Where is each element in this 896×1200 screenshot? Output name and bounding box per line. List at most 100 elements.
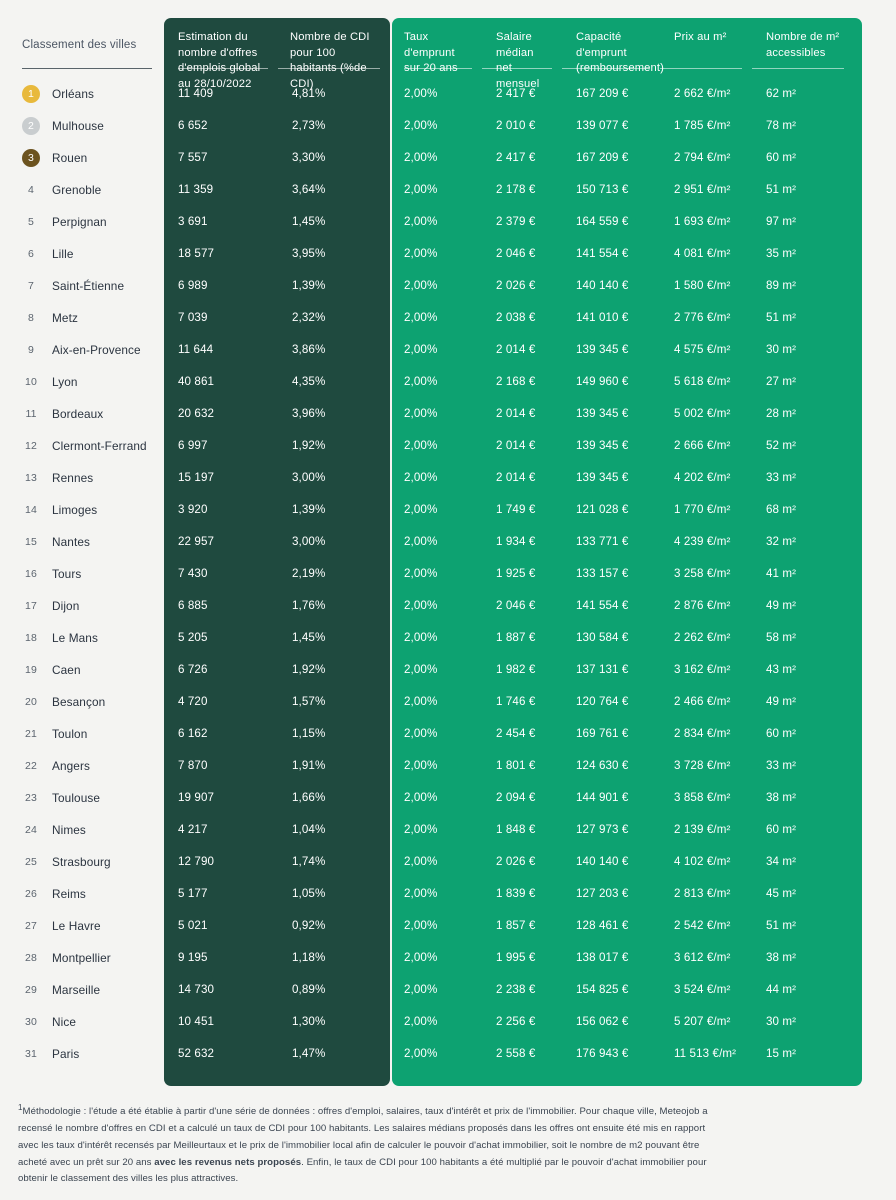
cell-capacity: 154 825 € bbox=[576, 983, 629, 996]
cell-salary: 1 982 € bbox=[496, 663, 536, 676]
cell-capacity: 141 554 € bbox=[576, 599, 629, 612]
city-name: Saint-Étienne bbox=[52, 279, 125, 293]
column-header-rank: Classement des villes bbox=[22, 39, 137, 51]
cell-capacity: 141 554 € bbox=[576, 247, 629, 260]
column-header-price-m2: Prix au m² bbox=[674, 31, 727, 43]
cell-price-m2: 2 542 €/m² bbox=[674, 919, 731, 932]
city-name: Limoges bbox=[52, 503, 98, 517]
cell-m2-accessible: 60 m² bbox=[766, 727, 797, 740]
table-row: 29 Marseille bbox=[0, 974, 164, 1006]
rank-badge: 8 bbox=[28, 312, 34, 324]
city-name: Lyon bbox=[52, 375, 78, 389]
cell-offers: 6 989 bbox=[178, 279, 208, 292]
cell-rate: 2,00% bbox=[404, 951, 438, 964]
rank-badge: 3 bbox=[22, 149, 40, 167]
cell-rate: 2,00% bbox=[404, 87, 438, 100]
cell-rate: 2,00% bbox=[404, 375, 438, 388]
cell-cdi: 1,39% bbox=[292, 279, 326, 292]
cell-salary: 2 178 € bbox=[496, 183, 536, 196]
city-name: Marseille bbox=[52, 983, 101, 997]
cell-capacity: 141 010 € bbox=[576, 311, 629, 324]
cell-m2-accessible: 43 m² bbox=[766, 663, 797, 676]
cell-m2-accessible: 97 m² bbox=[766, 215, 797, 228]
cell-rate: 2,00% bbox=[404, 407, 438, 420]
cell-rate: 2,00% bbox=[404, 823, 438, 836]
column-header-salary: Salaire médian net mensuel bbox=[496, 31, 540, 90]
rank-badge: 7 bbox=[28, 280, 34, 292]
cell-offers: 20 632 bbox=[178, 407, 215, 420]
cell-m2-accessible: 28 m² bbox=[766, 407, 797, 420]
rank-badge: 31 bbox=[25, 1048, 37, 1060]
cell-offers: 19 907 bbox=[178, 791, 215, 804]
table-row: 7 Saint-Étienne bbox=[0, 270, 164, 302]
table-row: 25 Strasbourg bbox=[0, 846, 164, 878]
cell-m2-accessible: 45 m² bbox=[766, 887, 797, 900]
table-row: 6 Lille bbox=[0, 238, 164, 270]
cell-offers: 4 217 bbox=[178, 823, 208, 836]
divider-line bbox=[404, 68, 472, 69]
cell-salary: 1 857 € bbox=[496, 919, 536, 932]
rank-badge: 9 bbox=[28, 344, 34, 356]
cell-price-m2: 5 207 €/m² bbox=[674, 1015, 731, 1028]
table-row: 31 Paris bbox=[0, 1038, 164, 1070]
cell-capacity: 167 209 € bbox=[576, 87, 629, 100]
cell-capacity: 140 140 € bbox=[576, 855, 629, 868]
cell-m2-accessible: 49 m² bbox=[766, 695, 797, 708]
table-row: 20 Besançon bbox=[0, 686, 164, 718]
cell-capacity: 139 345 € bbox=[576, 471, 629, 484]
column-header-m2-accessible: Nombre de m² accessibles bbox=[766, 31, 840, 59]
cell-rate: 2,00% bbox=[404, 663, 438, 676]
cell-price-m2: 3 162 €/m² bbox=[674, 663, 731, 676]
rank-badge: 26 bbox=[25, 888, 37, 900]
cell-offers: 10 451 bbox=[178, 1015, 215, 1028]
cell-price-m2: 2 666 €/m² bbox=[674, 439, 731, 452]
cell-salary: 2 038 € bbox=[496, 311, 536, 324]
cell-price-m2: 5 618 €/m² bbox=[674, 375, 731, 388]
cell-cdi: 1,45% bbox=[292, 215, 326, 228]
cell-price-m2: 4 239 €/m² bbox=[674, 535, 731, 548]
cell-price-m2: 4 575 €/m² bbox=[674, 343, 731, 356]
cell-m2-accessible: 68 m² bbox=[766, 503, 797, 516]
rank-badge: 12 bbox=[25, 440, 37, 452]
city-name: Le Havre bbox=[52, 919, 101, 933]
cell-capacity: 139 345 € bbox=[576, 439, 629, 452]
cell-rate: 2,00% bbox=[404, 151, 438, 164]
divider-line bbox=[278, 68, 380, 69]
city-name: Mulhouse bbox=[52, 119, 104, 133]
header-divider bbox=[0, 62, 164, 78]
table-row: 30 Nice bbox=[0, 1006, 164, 1038]
cell-cdi: 1,05% bbox=[292, 887, 326, 900]
rank-badge: 30 bbox=[25, 1016, 37, 1028]
city-name: Metz bbox=[52, 311, 78, 325]
cell-price-m2: 2 876 €/m² bbox=[674, 599, 731, 612]
cell-capacity: 164 559 € bbox=[576, 215, 629, 228]
cell-price-m2: 3 258 €/m² bbox=[674, 567, 731, 580]
cell-m2-accessible: 38 m² bbox=[766, 951, 797, 964]
cell-price-m2: 2 794 €/m² bbox=[674, 151, 731, 164]
table-row: 22 Angers bbox=[0, 750, 164, 782]
city-name: Orléans bbox=[52, 87, 95, 101]
cell-offers: 5 177 bbox=[178, 887, 208, 900]
city-name: Perpignan bbox=[52, 215, 107, 229]
cell-salary: 2 014 € bbox=[496, 407, 536, 420]
table-row: 26 Reims bbox=[0, 878, 164, 910]
cell-offers: 7 430 bbox=[178, 567, 208, 580]
cell-salary: 2 026 € bbox=[496, 855, 536, 868]
cell-capacity: 169 761 € bbox=[576, 727, 629, 740]
cell-offers: 22 957 bbox=[178, 535, 215, 548]
cell-cdi: 1,30% bbox=[292, 1015, 326, 1028]
cell-capacity: 167 209 € bbox=[576, 151, 629, 164]
cell-price-m2: 1 770 €/m² bbox=[674, 503, 731, 516]
rank-badge: 18 bbox=[25, 632, 37, 644]
rank-badge: 23 bbox=[25, 792, 37, 804]
table-row: 9 Aix-en-Provence bbox=[0, 334, 164, 366]
rank-badge: 14 bbox=[25, 504, 37, 516]
cell-rate: 2,00% bbox=[404, 439, 438, 452]
ranking-infographic: Classement des villes Estimation du nombr… bbox=[0, 0, 896, 1200]
cell-cdi: 2,73% bbox=[292, 119, 326, 132]
cell-capacity: 137 131 € bbox=[576, 663, 629, 676]
rank-badge: 19 bbox=[25, 664, 37, 676]
column-header-offers: Estimation du nombre d'offres d'emplois … bbox=[178, 31, 261, 90]
cell-capacity: 176 943 € bbox=[576, 1047, 629, 1060]
cell-salary: 1 848 € bbox=[496, 823, 536, 836]
